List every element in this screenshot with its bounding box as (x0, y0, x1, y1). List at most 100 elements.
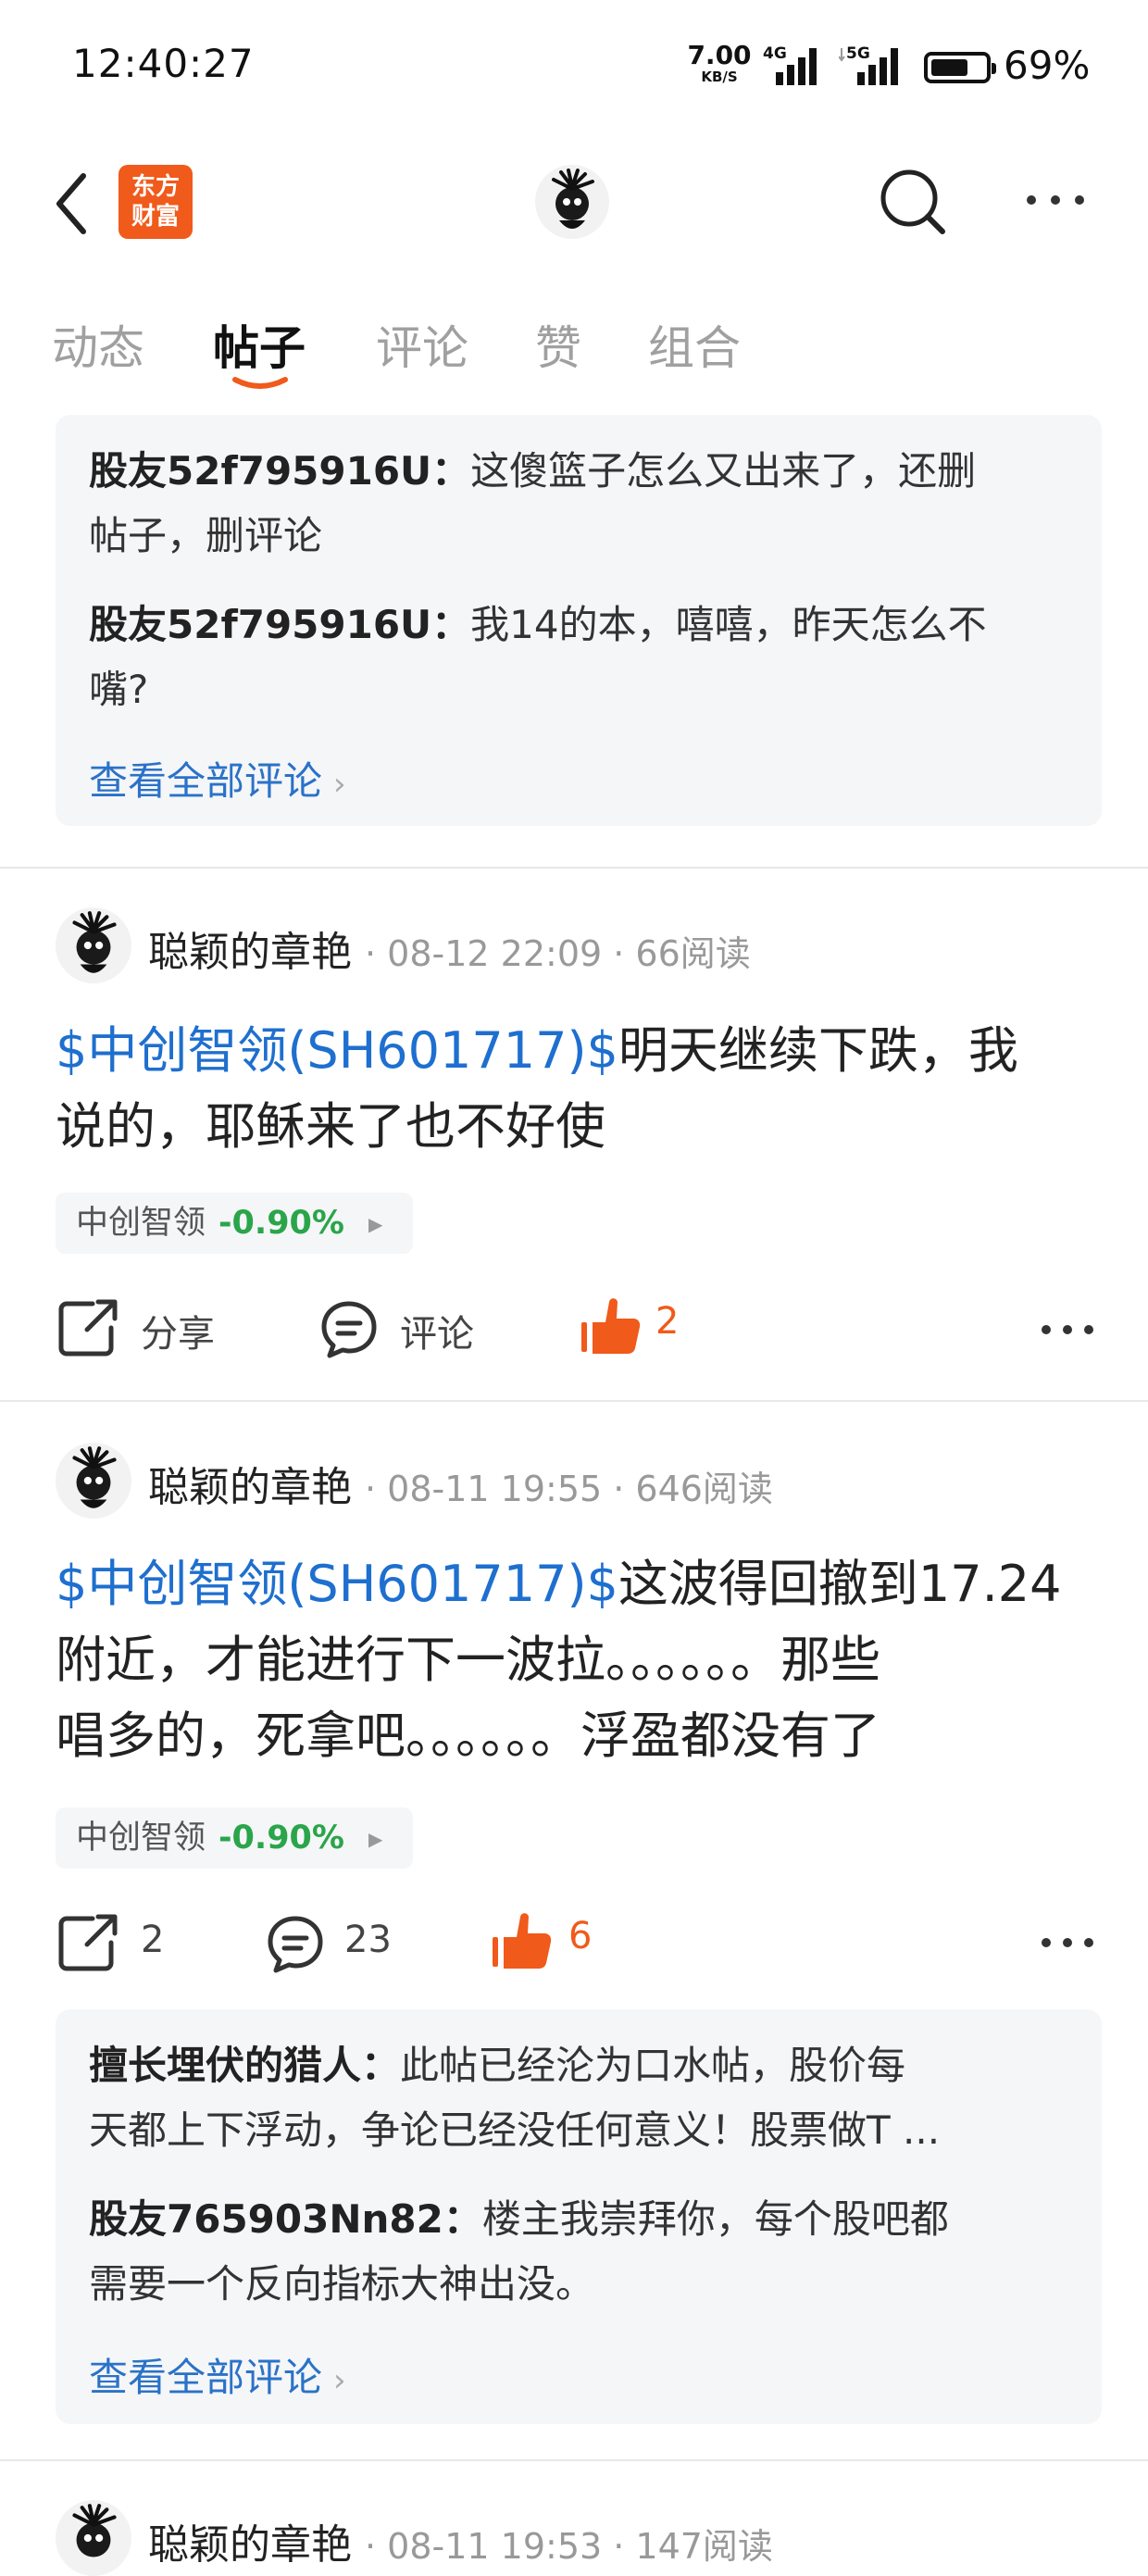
more-icon (1027, 195, 1084, 205)
like-button[interactable]: 6 (491, 1909, 639, 1974)
post-body[interactable]: $中创智领(SH601717)$这波得回撤到17.24 附近，才能进行下一波拉。… (56, 1546, 1102, 1774)
view-all-comments-link[interactable]: 查看全部评论 › (89, 750, 346, 807)
divider (0, 867, 1148, 869)
comment-preview-box[interactable]: 擅长埋伏的猎人：此帖已经沦为口水帖，股价每 天都上下浮动，争论已经没任何意义！股… (56, 2009, 1102, 2424)
post-meta: · 08-11 19:55 · 646阅读 (365, 1469, 773, 1509)
comment-text-cont: 帖子，删评论 (89, 513, 323, 558)
network-speed-value: 7.00 (687, 40, 752, 70)
view-all-comments-link[interactable]: 查看全部评论 › (89, 2346, 346, 2403)
comment-item: 股友765903Nn82：楼主我崇拜你，每个股吧都 (89, 2187, 1074, 2252)
comment-username[interactable]: 股友52f795916U： (89, 448, 470, 494)
post-text: 这波得回撤到17.24 (618, 1555, 1062, 1613)
more-icon (1042, 1325, 1093, 1334)
signal-4g-icon: 4G (763, 44, 824, 87)
comment-icon (268, 1916, 323, 1973)
post-text: 附近，才能进行下一波拉。。。。。。那些 (56, 1631, 880, 1689)
post-more-button[interactable] (1035, 1926, 1100, 1959)
like-count: 2 (655, 1300, 680, 1343)
play-triangle-icon: ▶ (368, 1828, 383, 1850)
post-text: 明天继续下跌，我 (618, 1021, 1018, 1080)
comment-text: 这傻篮子怎么又出来了，还删 (470, 448, 977, 494)
active-tab-indicator (232, 377, 288, 389)
search-icon (880, 169, 945, 234)
post-author-row: 聪颖的章艳 · 08-12 22:09 · 66阅读 (148, 919, 751, 978)
post-more-button[interactable] (1035, 1313, 1100, 1346)
comment-icon (321, 1301, 377, 1358)
battery-percent: 69% (1004, 43, 1091, 88)
stock-quote-chip[interactable]: 中创智领 -0.90% ▶ (56, 1193, 413, 1254)
stock-chip-name: 中创智领 (76, 1819, 206, 1857)
back-button[interactable] (46, 167, 102, 241)
post-author-name[interactable]: 聪颖的章艳 (148, 1464, 352, 1511)
like-count: 6 (568, 1915, 593, 1957)
thumbs-up-icon (493, 1913, 552, 1969)
comment-text: 楼主我崇拜你，每个股吧都 (481, 2196, 949, 2242)
more-icon (1042, 1938, 1093, 1947)
share-count: 2 (141, 1919, 165, 1961)
comment-text-cont: 需要一个反向指标大神出没。 (89, 2261, 595, 2307)
share-button[interactable]: 2 (56, 1911, 204, 1974)
divider (0, 2459, 1148, 2461)
stock-link[interactable]: $中创智领(SH601717)$ (56, 1555, 618, 1613)
post-author-row: 聪颖的章艳 · 08-11 19:53 · 147阅读 (148, 2511, 773, 2570)
more-button[interactable] (1018, 181, 1092, 219)
comment-label: 评论 (400, 1313, 474, 1356)
post-author-row: 聪颖的章艳 · 08-11 19:55 · 646阅读 (148, 1454, 773, 1513)
back-icon (56, 173, 86, 234)
post-text: 唱多的，死拿吧。。。。。。浮盈都没有了 (56, 1707, 880, 1765)
tab-posts[interactable]: 帖子 (213, 311, 306, 378)
profile-avatar[interactable] (535, 165, 609, 239)
comment-preview-box[interactable]: 股友52f795916U：这傻篮子怎么又出来了，还删 帖子，删评论 股友52f7… (56, 415, 1102, 826)
like-button[interactable]: 2 (580, 1294, 728, 1359)
tab-likes[interactable]: 赞 (535, 311, 581, 378)
view-all-label: 查看全部评论 (89, 2355, 323, 2400)
post-author-name[interactable]: 聪颖的章艳 (148, 2521, 352, 2569)
post-author-avatar[interactable] (56, 1443, 131, 1519)
view-all-label: 查看全部评论 (89, 758, 323, 804)
stock-quote-chip[interactable]: 中创智领 -0.90% ▶ (56, 1807, 413, 1869)
stock-chip-name: 中创智领 (76, 1205, 206, 1242)
post-author-avatar[interactable] (56, 907, 131, 983)
comment-text: 我14的本，嘻嘻，昨天怎么不 (470, 602, 987, 647)
comment-text-cont: 天都上下浮动，争论已经没任何意义！股票做T ... (89, 2107, 941, 2153)
play-triangle-icon: ▶ (368, 1213, 383, 1235)
signal-5g-icon: 5G (839, 44, 907, 87)
search-button[interactable] (878, 163, 950, 239)
status-time: 12:40:27 (72, 41, 255, 86)
stock-link[interactable]: $中创智领(SH601717)$ (56, 1021, 618, 1080)
comment-item: 擅长埋伏的猎人：此帖已经沦为口水帖，股价每 (89, 2033, 1074, 2098)
post-text: 说的，耶稣来了也不好使 (56, 1097, 605, 1156)
comment-item: 股友52f795916U：我14的本，嘻嘻，昨天怎么不 (89, 593, 1074, 657)
tab-portfolio[interactable]: 组合 (648, 311, 741, 378)
post-author-name[interactable]: 聪颖的章艳 (148, 929, 352, 976)
tab-comments[interactable]: 评论 (376, 311, 468, 378)
app-logo: 东方 财富 (119, 165, 193, 239)
divider (0, 1400, 1148, 1402)
share-icon (58, 1914, 118, 1971)
stock-chip-change: -0.90% (218, 1205, 344, 1242)
comment-count: 23 (344, 1919, 392, 1961)
post-author-avatar[interactable] (56, 2500, 131, 2576)
stock-chip-change: -0.90% (218, 1819, 344, 1857)
post-body[interactable]: $中创智领(SH601717)$明天继续下跌，我 说的，耶稣来了也不好使 (56, 1013, 1102, 1165)
post-meta: · 08-11 19:53 · 147阅读 (365, 2526, 773, 2567)
network-speed: 7.00 KB/S (687, 43, 752, 84)
comment-button[interactable]: 评论 (318, 1298, 504, 1361)
chevron-right-icon: › (333, 2362, 346, 2399)
post-meta: · 08-12 22:09 · 66阅读 (365, 933, 751, 974)
comment-button[interactable]: 23 (265, 1913, 431, 1976)
comment-username[interactable]: 股友765903Nn82： (89, 2196, 482, 2242)
comment-username[interactable]: 擅长埋伏的猎人： (89, 2043, 400, 2088)
comment-text-cont: 嘴? (89, 667, 149, 712)
comment-item: 股友52f795916U：这傻篮子怎么又出来了，还删 (89, 439, 1074, 504)
logo-line-2: 财富 (131, 203, 180, 231)
share-button[interactable]: 分享 (56, 1296, 241, 1359)
tab-dynamic[interactable]: 动态 (52, 311, 144, 378)
battery-fill (931, 59, 967, 76)
thumbs-up-icon (581, 1298, 641, 1354)
share-icon (58, 1299, 118, 1357)
share-label: 分享 (141, 1313, 215, 1356)
comment-username[interactable]: 股友52f795916U： (89, 602, 470, 647)
chevron-right-icon: › (333, 766, 346, 803)
network-speed-unit: KB/S (701, 69, 738, 85)
